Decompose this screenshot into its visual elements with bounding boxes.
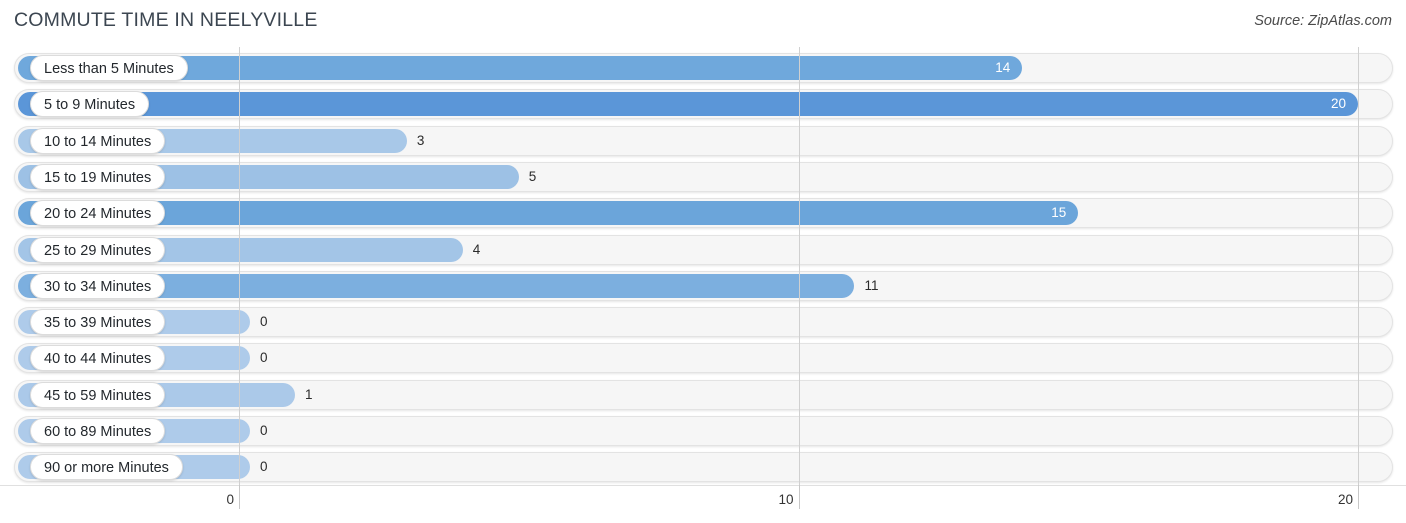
bar-row: 1 45 to 59 Minutes xyxy=(0,379,1406,410)
x-axis: 0 10 20 xyxy=(0,485,1406,523)
bar-row: 5 15 to 19 Minutes xyxy=(0,161,1406,192)
bar-category-label[interactable]: 15 to 19 Minutes xyxy=(30,163,166,190)
bar-category-label[interactable]: 35 to 39 Minutes xyxy=(30,309,166,336)
bar-row: 4 25 to 29 Minutes xyxy=(0,234,1406,265)
bar-value-label: 0 xyxy=(260,423,268,438)
bar-row: 3 10 to 14 Minutes xyxy=(0,125,1406,156)
bar-row: 11 30 to 34 Minutes xyxy=(0,270,1406,301)
bar-value-label: 11 xyxy=(864,277,879,293)
bar-value-label: 3 xyxy=(416,132,425,148)
bar-category-label[interactable]: 40 to 44 Minutes xyxy=(30,345,166,372)
plot-area: 14 Less than 5 Minutes 20 5 to 9 Minutes 3 10… xyxy=(0,47,1406,485)
bar-value-label: 4 xyxy=(472,241,481,257)
x-axis-line xyxy=(0,485,1406,486)
bar-value-label: 1 xyxy=(304,386,313,402)
page-title: COMMUTE TIME IN NEELYVILLE xyxy=(14,9,318,31)
bar-row: 15 20 to 24 Minutes xyxy=(0,198,1406,229)
bar-value-label: 0 xyxy=(260,459,268,475)
bar-category-label[interactable]: 25 to 29 Minutes xyxy=(30,236,166,263)
source-attribution: Source: ZipAtlas.com xyxy=(1254,13,1392,29)
axis-tick-label: 20 xyxy=(1337,492,1353,507)
bar-category-label[interactable]: 20 to 24 Minutes xyxy=(30,200,166,227)
chart-container: COMMUTE TIME IN NEELYVILLE Source: ZipAt… xyxy=(0,0,1406,523)
bar-value-label: 20 xyxy=(1330,96,1346,112)
bar-fill[interactable]: 20 xyxy=(18,92,1358,117)
axis-tick-label: 0 xyxy=(226,492,234,507)
bar-value-label: 15 xyxy=(1051,205,1067,221)
axis-tick-mark xyxy=(1358,485,1359,509)
bar-value-label: 14 xyxy=(995,60,1011,75)
bar-category-label[interactable]: 60 to 89 Minutes xyxy=(30,418,166,444)
bar-category-label[interactable]: Less than 5 Minutes xyxy=(30,55,188,81)
bar-row: 0 90 or more Minutes xyxy=(0,452,1406,483)
bar-category-label[interactable]: 5 to 9 Minutes xyxy=(30,91,150,118)
bar-category-label[interactable]: 30 to 34 Minutes xyxy=(30,272,166,299)
axis-tick-mark xyxy=(798,485,800,509)
bar-row: 0 60 to 89 Minutes xyxy=(0,416,1406,446)
bar-row: 14 Less than 5 Minutes xyxy=(0,53,1406,83)
bar-value-label: 0 xyxy=(260,350,268,366)
axis-tick-label: 10 xyxy=(778,492,794,507)
bar-value-label: 5 xyxy=(528,168,537,184)
bar-row: 0 40 to 44 Minutes xyxy=(0,343,1406,374)
bar-category-label[interactable]: 45 to 59 Minutes xyxy=(30,381,166,408)
bar-fill[interactable]: 15 xyxy=(18,201,1079,226)
bar-category-label[interactable]: 10 to 14 Minutes xyxy=(30,127,166,154)
bar-category-label[interactable]: 90 or more Minutes xyxy=(30,454,183,481)
bar-row: 20 5 to 9 Minutes xyxy=(0,89,1406,120)
bar-row: 0 35 to 39 Minutes xyxy=(0,307,1406,338)
bar-value-label: 0 xyxy=(260,314,268,330)
axis-tick-mark xyxy=(239,485,240,509)
